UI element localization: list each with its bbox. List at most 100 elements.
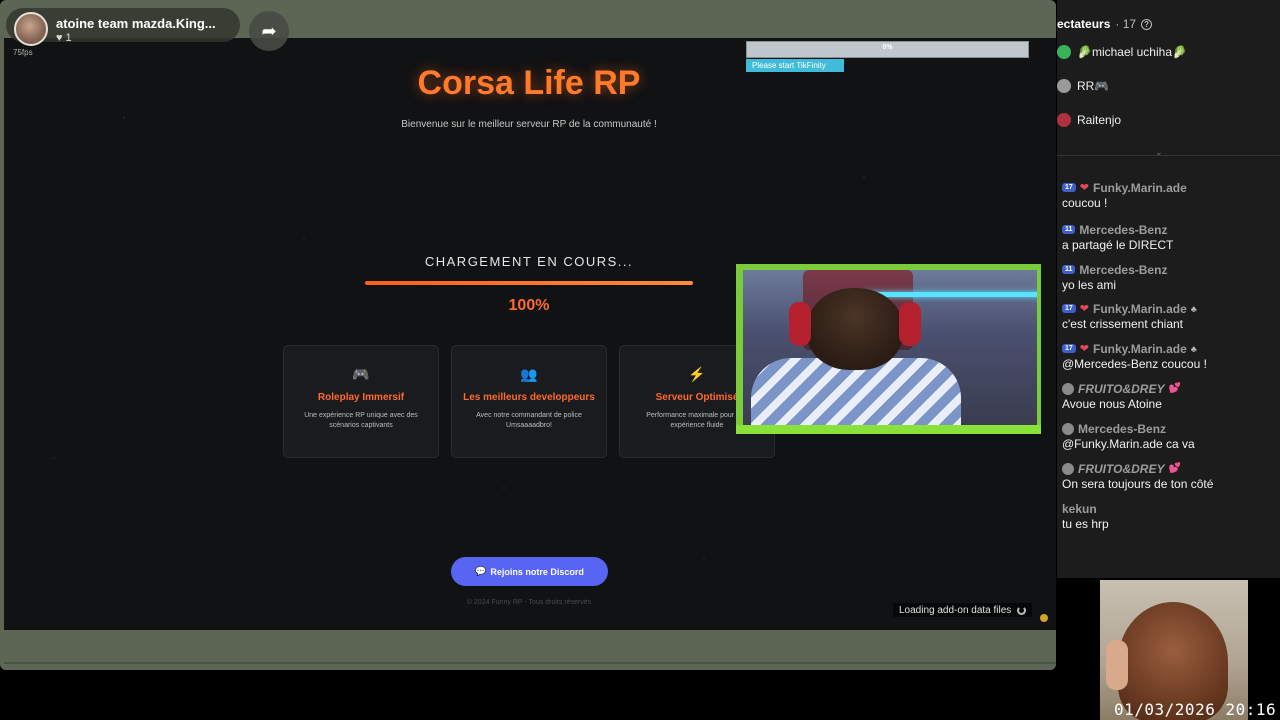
streamer-name[interactable]: atoine team mazda.King... (56, 16, 216, 31)
chat-message-meta: 17 ❤ Funky.Marin.ade ♣ (1062, 341, 1278, 356)
feature-title: Les meilleurs developpeurs (463, 392, 595, 403)
tikfinity-hint: Please start TikFinity (746, 59, 844, 72)
level-badge: 11 (1062, 265, 1076, 274)
viewer-name: Raitenjo (1077, 113, 1122, 127)
headset-left (789, 302, 811, 346)
addon-status-text: Loading add-on data files (899, 604, 1012, 616)
loading-progress-bar (365, 281, 693, 285)
heart-icon: ♥ (56, 32, 63, 44)
avatar (1057, 79, 1071, 93)
chat-message-meta: 11 Mercedes-Benz (1062, 222, 1278, 237)
viewer-row[interactable]: 🥬michael uchiha🥬 (1057, 43, 1187, 61)
avatar (1057, 45, 1071, 59)
chat-message-meta: 17 ❤ Funky.Marin.ade (1062, 180, 1278, 195)
chat-text: yo les ami (1062, 278, 1117, 292)
fan-club-heart-icon: ❤ (1079, 182, 1090, 194)
fan-club-heart-icon: ❤ (1079, 343, 1090, 355)
chat-username[interactable]: Mercedes-Benz (1078, 422, 1166, 436)
tikfinity-goal-bar: 0% (746, 41, 1029, 58)
hearts-icon: 💕 (1168, 463, 1181, 474)
chat-username[interactable]: Mercedes-Benz (1079, 263, 1167, 277)
feature-card-developers: 👥 Les meilleurs developpeurs Avec notre … (451, 345, 607, 458)
chat-username[interactable]: Funky.Marin.ade (1093, 181, 1187, 195)
moderator-icon: ♣ (1190, 303, 1197, 314)
chat-message-meta: kekun (1062, 501, 1278, 516)
chat-username[interactable]: FRUITO&DREY (1078, 382, 1164, 396)
chat-text: tu es hrp (1062, 517, 1109, 531)
live-side-panel: ectateurs · 17 ? 🥬michael uchiha🥬 RR🎮 Ra… (1057, 0, 1280, 578)
moderator-icon: ♣ (1190, 343, 1197, 354)
chat-text: c'est crissement chiant (1062, 317, 1184, 331)
chat-message-meta: FRUITO&DREY 💕 (1062, 461, 1278, 476)
viewers-header[interactable]: ectateurs · 17 ? (1057, 17, 1153, 31)
chat-text: @Mercedes-Benz coucou ! (1062, 357, 1207, 371)
grey-badge-icon (1062, 462, 1074, 475)
level-badge: 17 (1062, 304, 1076, 313)
chat-message-meta: Mercedes-Benz (1062, 421, 1278, 436)
level-badge: 17 (1062, 344, 1076, 353)
secondary-facecam (1100, 580, 1248, 720)
recording-timestamp: 01/03/2026 20:16 (1114, 700, 1277, 719)
chat-text: @Funky.Marin.ade ca va (1062, 437, 1195, 451)
grey-badge-icon (1062, 382, 1074, 395)
people-icon: 👥 (520, 366, 538, 382)
likes-count: ♥ 1 (56, 32, 72, 44)
tikfinity-goal-percent: 0% (882, 44, 893, 51)
chat-message[interactable]: 17 ❤ Funky.Marin.ade ♣ @Mercedes-Benz coucou… (1062, 341, 1278, 371)
chat-message[interactable]: 11 Mercedes-Benz yo les ami (1062, 262, 1278, 292)
loading-percent: 100% (508, 297, 550, 314)
grey-badge-icon (1062, 422, 1074, 435)
chat-message-meta: FRUITO&DREY 💕 (1062, 381, 1278, 396)
share-button[interactable]: ➦ (249, 11, 289, 51)
chat-text: On sera toujours de ton côté (1062, 477, 1214, 491)
chat-message-meta: 11 Mercedes-Benz (1062, 262, 1278, 277)
fps-indicator: 75fps (13, 48, 33, 57)
chat-message[interactable]: Mercedes-Benz @Funky.Marin.ade ca va (1062, 421, 1278, 451)
coin-icon (1040, 614, 1048, 622)
chat-username[interactable]: FRUITO&DREY (1078, 462, 1164, 476)
server-title: Corsa Life RP (417, 64, 641, 102)
viewer-name: 🥬michael uchiha🥬 (1077, 45, 1187, 59)
screen: atoine team mazda.King... ♥ 1 75fps ➦ Co… (0, 0, 1280, 720)
chat-message[interactable]: 17 ❤ Funky.Marin.ade coucou ! (1062, 180, 1278, 210)
help-icon[interactable]: ? (1141, 18, 1153, 30)
chat-message[interactable]: 17 ❤ Funky.Marin.ade ♣ c'est crissement chia… (1062, 301, 1278, 331)
server-subtitle: Bienvenue sur le meilleur serveur RP de … (401, 119, 657, 130)
chat-message-meta: 17 ❤ Funky.Marin.ade ♣ (1062, 301, 1278, 316)
chat-message[interactable]: FRUITO&DREY 💕 Avoue nous Atoine (1062, 381, 1278, 411)
gamepad-icon: 🎮 (352, 366, 370, 382)
chat-text: Avoue nous Atoine (1062, 397, 1162, 411)
chevron-down-icon[interactable]: ⌄ (1155, 147, 1163, 158)
viewer-row[interactable]: RR🎮 (1057, 77, 1109, 95)
streamer-head (807, 288, 903, 370)
chat-message[interactable]: FRUITO&DREY 💕 On sera toujours de ton côté (1062, 461, 1278, 491)
spinner-icon (1017, 605, 1027, 615)
discord-button[interactable]: 💬 Rejoins notre Discord (451, 557, 608, 586)
viewer-row[interactable]: Raitenjo (1057, 111, 1121, 129)
person-hand (1106, 640, 1128, 690)
led-strip (863, 292, 1037, 297)
chat-bubble-icon: 💬 (475, 566, 487, 576)
webcam-video (743, 270, 1037, 426)
fan-club-heart-icon: ❤ (1079, 303, 1090, 315)
discord-button-label: Rejoins notre Discord (490, 566, 584, 577)
chat-message[interactable]: 11 Mercedes-Benz a partagé le DIRECT (1062, 222, 1278, 252)
divider (1057, 155, 1280, 156)
feature-desc: Avec notre commandant de police Umsaaaad… (476, 412, 582, 429)
chat-username[interactable]: Funky.Marin.ade (1093, 342, 1187, 356)
chat-username[interactable]: Mercedes-Benz (1079, 223, 1167, 237)
feature-card-roleplay: 🎮 Roleplay Immersif Une expérience RP un… (283, 345, 439, 458)
share-arrow-icon: ➦ (261, 20, 277, 41)
divider (4, 662, 1056, 664)
chat-text: coucou ! (1062, 196, 1108, 210)
chat-message[interactable]: kekun tu es hrp (1062, 501, 1278, 532)
viewers-label: ectateurs (1057, 17, 1111, 31)
chat-username[interactable]: Funky.Marin.ade (1093, 302, 1187, 316)
headset-right (899, 302, 921, 346)
level-badge: 11 (1062, 225, 1076, 234)
chat-username[interactable]: kekun (1062, 502, 1097, 516)
avatar (1057, 113, 1071, 127)
streamer-avatar[interactable] (14, 12, 48, 46)
chat-text: a partagé le DIRECT (1062, 238, 1174, 252)
viewer-name: RR🎮 (1077, 79, 1110, 93)
